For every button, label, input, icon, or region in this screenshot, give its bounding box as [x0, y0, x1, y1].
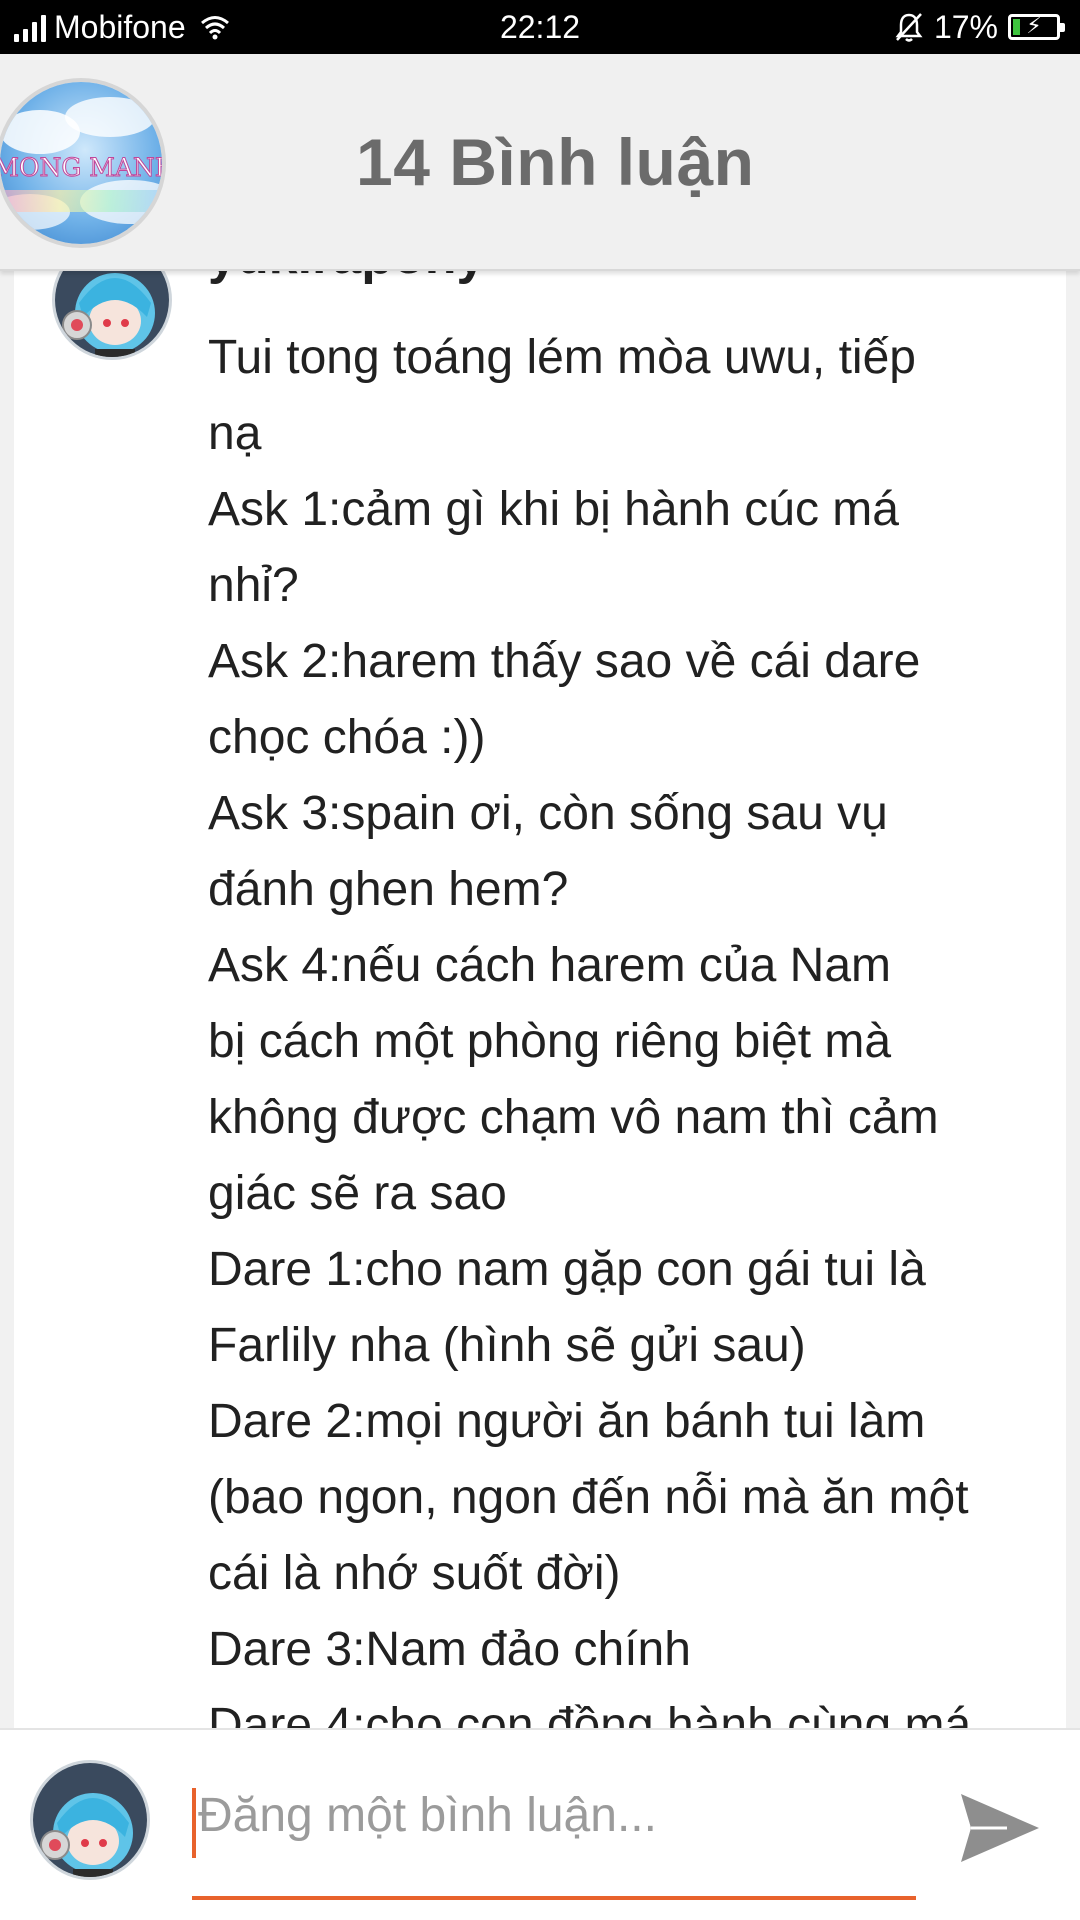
comments-header: MONG MANH 14 Bình luận [0, 54, 1080, 271]
comment-text-line: đánh ghen hem? [208, 863, 569, 916]
comment-text-line: Farlily nha (hình sẽ gửi sau) [208, 1319, 806, 1372]
comment-text-line: bị cách một phòng riêng biệt mà [208, 1015, 892, 1068]
comment-text-line: chọc chóa :)) [208, 711, 486, 764]
status-left: Mobifone [14, 0, 230, 54]
comment-text-line: Dare 1:cho nam gặp con gái tui là [208, 1243, 926, 1296]
sky-cover-image: MONG MANH [0, 82, 166, 244]
cover-title-text: MONG MANH [0, 153, 166, 182]
comment-text-line: Dare 2:mọi người ăn bánh tui làm [208, 1395, 926, 1448]
comment-card: yukirapony Tui tong toáng lém mòa uwu, t… [14, 240, 1066, 1730]
comment-text-line: Ask 4:nếu cách harem của Nam [208, 939, 891, 992]
notifications-off-icon [895, 13, 923, 42]
input-underline [192, 1896, 916, 1900]
status-right: 17% ⚡ [894, 0, 1065, 54]
status-bar: Mobifone 22:12 17% ⚡ [0, 0, 1080, 54]
comment-text-line: nạ [208, 407, 262, 460]
text-caret [192, 1788, 196, 1858]
carrier-name: Mobifone [54, 8, 186, 45]
current-user-avatar [30, 1760, 150, 1880]
comment-body: Tui tong toáng lém mòa uwu, tiếp nạ Ask 1:… [208, 320, 1058, 1730]
charging-bolt-icon: ⚡ [1026, 13, 1042, 38]
comment-text-line: không được chạm vô nam thì cảm [208, 1091, 939, 1144]
anime-avatar-image [33, 1763, 147, 1877]
send-icon [961, 1794, 1039, 1862]
comment-text-line: cái là nhớ suốt đời) [208, 1547, 621, 1600]
comment-text-line: Ask 2:harem thấy sao về cái dare [208, 635, 921, 688]
comment-text-line: Dare 4:cho con đồng hành cùng má [208, 1699, 972, 1730]
comment-text-line: giác sẽ ra sao [208, 1167, 507, 1220]
signal-icon [14, 12, 46, 42]
comments-screen: Mobifone 22:12 17% ⚡ MONG MANH 14 Bình l… [0, 0, 1080, 1920]
battery-charging-icon: ⚡ [1008, 13, 1065, 40]
story-cover-avatar[interactable]: MONG MANH [0, 78, 166, 248]
comment-input[interactable] [192, 1770, 916, 1860]
comment-text-line: Tui tong toáng lém mòa uwu, tiếp [208, 331, 916, 384]
send-button[interactable] [950, 1778, 1050, 1878]
comment-composer [0, 1728, 1080, 1920]
comment-text-line: (bao ngon, ngon đến nỗi mà ăn một [208, 1471, 969, 1524]
battery-percent: 17% [933, 8, 998, 45]
comments-count-title: 14 Bình luận [356, 125, 755, 199]
comment-text-line: Ask 3:spain ơi, còn sống sau vụ [208, 787, 888, 840]
comment-text-line: Dare 3:Nam đảo chính [208, 1623, 691, 1676]
comment-text-line: Ask 1:cảm gì khi bị hành cúc má [208, 483, 899, 536]
comment-text-line: nhỉ? [208, 559, 299, 612]
wifi-icon [200, 16, 229, 40]
